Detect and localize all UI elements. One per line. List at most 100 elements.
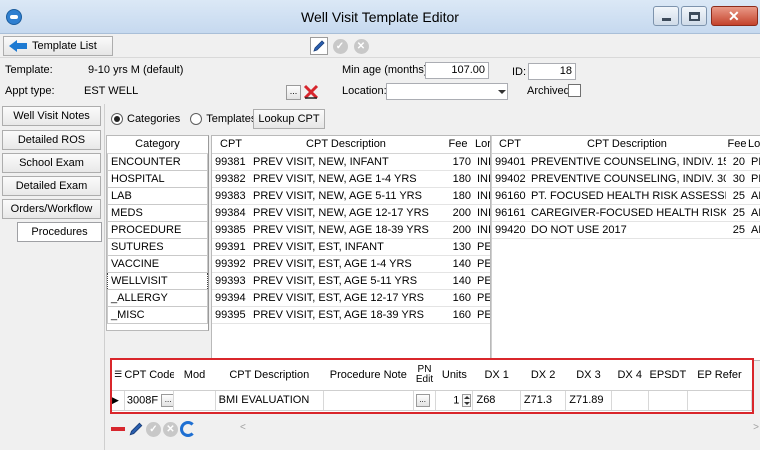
left-nav: Well Visit Notes Detailed ROS School Exa… (0, 104, 104, 450)
cpt-row[interactable]: 99391 PREV VISIT, EST, INFANT 130 PE (212, 238, 490, 256)
edit-button[interactable] (310, 37, 328, 55)
nav-school-exam[interactable]: School Exam (2, 153, 101, 173)
mod-cell[interactable] (173, 390, 216, 411)
min-age-field[interactable]: 107.00 (425, 62, 489, 79)
cpt-code-ellipsis-button[interactable]: ... (161, 393, 173, 407)
cpt-row[interactable]: 96160PT. FOCUSED HEALTH RISK ASSESSMENT2… (492, 187, 760, 205)
category-row[interactable]: _MISC (107, 305, 208, 324)
pn-edit-cell[interactable]: ... (413, 390, 437, 411)
category-item[interactable]: MEDS (107, 203, 208, 222)
cpt-cell: PREV VISIT, EST, AGE 5-11 YRS (250, 272, 442, 290)
category-row[interactable]: PROCEDURE (107, 220, 208, 239)
categories-radio[interactable] (111, 113, 123, 125)
horizontal-scrollbar[interactable]: < > (240, 422, 759, 436)
cpt-row[interactable]: 99392 PREV VISIT, EST, AGE 1-4 YRS 140 PE (212, 255, 490, 273)
procedure-note-cell[interactable] (323, 390, 414, 411)
nav-detailed-ros[interactable]: Detailed ROS (2, 130, 101, 150)
cancel-button[interactable]: ✕ (352, 37, 370, 55)
refresh-icon[interactable] (180, 421, 196, 437)
category-item[interactable]: _ALLERGY (107, 288, 208, 307)
cpt-cell: 140 (442, 255, 474, 273)
category-item[interactable]: _MISC (107, 305, 208, 324)
nav-procedures[interactable]: Procedures (17, 222, 102, 242)
template-list-button[interactable]: Template List (3, 36, 113, 56)
appt-type-field[interactable]: EST WELL (80, 83, 286, 100)
location-dropdown[interactable] (386, 83, 508, 100)
templates-radio[interactable] (190, 113, 203, 125)
cpt-row[interactable]: 96161CAREGIVER-FOCUSED HEALTH RISK25AD (492, 204, 760, 222)
nav-detailed-exam[interactable]: Detailed Exam (2, 176, 101, 196)
appt-type-label: Appt type: (5, 85, 55, 97)
cpt-row[interactable]: 99402PREVENTIVE COUNSELING, INDIV. 30MIN… (492, 170, 760, 188)
clear-x-icon[interactable] (303, 84, 319, 100)
cpt-cell: PREV VISIT, EST, AGE 18-39 YRS (250, 306, 442, 324)
cpt-cell: 99402 (492, 170, 528, 188)
cpt-row[interactable]: 99401PREVENTIVE COUNSELING, INDIV. 15MIN… (492, 153, 760, 171)
appt-type-ellipsis-button[interactable]: ... (286, 85, 301, 100)
close-button[interactable]: ✕ (711, 6, 758, 26)
dx2-cell[interactable]: Z71.3 (520, 390, 567, 411)
template-header: Template: 9-10 yrs M (default) Min age (… (0, 58, 760, 104)
category-item[interactable]: PROCEDURE (107, 220, 208, 239)
minimize-button[interactable] (653, 6, 679, 26)
col-pn-edit: PN Edit (413, 360, 436, 391)
chevron-down-icon[interactable] (498, 90, 506, 94)
cpt-code-cell[interactable]: 3008F ... (124, 390, 175, 411)
category-item[interactable]: ENCOUNTER (107, 152, 208, 171)
cpt-row[interactable]: 99420DO NOT USE 201725AD (492, 221, 760, 239)
cpt-row[interactable]: 99385 PREV VISIT, NEW, AGE 18-39 YRS 200 IN… (212, 221, 490, 239)
templates-radio-label[interactable]: Templates (206, 113, 256, 125)
category-row[interactable]: _ALLERGY (107, 288, 208, 307)
category-item[interactable]: WELLVISIT (107, 271, 208, 290)
template-field[interactable]: 9-10 yrs M (default) (84, 62, 304, 79)
lookup-cpt-button[interactable]: Lookup CPT (253, 109, 325, 129)
cpt-row[interactable]: 99384 PREV VISIT, NEW, AGE 12-17 YRS 200 IN… (212, 204, 490, 222)
cpt-cell: PREV VISIT, EST, AGE 12-17 YRS (250, 289, 442, 307)
category-item[interactable]: SUTURES (107, 237, 208, 256)
category-row[interactable]: SUTURES (107, 237, 208, 256)
category-item[interactable]: LAB (107, 186, 208, 205)
cpt-row[interactable]: 99383 PREV VISIT, NEW, AGE 5-11 YRS 180 INI (212, 187, 490, 205)
cancel-circle-icon[interactable]: ✕ (163, 421, 178, 437)
nav-orders-workflow[interactable]: Orders/Workflow (2, 199, 101, 219)
category-row[interactable]: ENCOUNTER (107, 152, 208, 171)
category-row[interactable]: HOSPITAL (107, 169, 208, 188)
procedure-row[interactable]: ▶ 3008F ... BMI EVALUATION ... 1 Z68 Z71… (112, 390, 752, 411)
cpt-row[interactable]: 99393 PREV VISIT, EST, AGE 5-11 YRS 140 PE (212, 272, 490, 290)
close-icon: ✕ (728, 8, 740, 24)
pn-edit-ellipsis-button[interactable]: ... (415, 393, 430, 407)
save-button[interactable]: ✓ (331, 37, 349, 55)
archived-checkbox[interactable] (568, 84, 581, 97)
nav-well-visit-notes[interactable]: Well Visit Notes (2, 106, 101, 126)
category-row[interactable]: LAB (107, 186, 208, 205)
dx1-cell[interactable]: Z68 (472, 390, 521, 411)
units-cell[interactable]: 1 (435, 390, 474, 411)
min-age-label: Min age (months): (342, 64, 431, 76)
category-row[interactable]: VACCINE (107, 254, 208, 273)
category-row[interactable]: MEDS (107, 203, 208, 222)
col-dx3: DX 3 (565, 360, 612, 391)
category-row[interactable]: WELLVISIT (107, 271, 208, 290)
cpt-row[interactable]: 99395 PREV VISIT, EST, AGE 18-39 YRS 160 PE (212, 306, 490, 324)
category-item[interactable]: HOSPITAL (107, 169, 208, 188)
pencil-icon[interactable] (128, 421, 144, 437)
dx3-cell[interactable]: Z71.89 (565, 390, 612, 411)
minus-icon[interactable] (110, 421, 126, 437)
category-item[interactable]: VACCINE (107, 254, 208, 273)
column-chooser-icon[interactable]: ☰ (112, 360, 125, 391)
maximize-button[interactable] (681, 6, 707, 26)
check-circle-icon[interactable]: ✓ (146, 421, 161, 437)
scroll-left-icon[interactable]: < (240, 422, 246, 433)
cpt-cell: PREV VISIT, EST, INFANT (250, 238, 442, 256)
dx4-cell[interactable] (611, 390, 649, 411)
units-spinner[interactable] (462, 393, 472, 407)
scroll-right-icon[interactable]: > (753, 422, 759, 433)
col-epsdt: EPSDT (648, 360, 688, 391)
cpt-row[interactable]: 99381 PREV VISIT, NEW, INFANT 170 INI (212, 153, 490, 171)
col-cpt-code: CPT Code (124, 360, 174, 391)
cpt-row[interactable]: 99394 PREV VISIT, EST, AGE 12-17 YRS 160 PE (212, 289, 490, 307)
categories-radio-label[interactable]: Categories (127, 113, 180, 125)
cpt-row[interactable]: 99382 PREV VISIT, NEW, AGE 1-4 YRS 180 INI (212, 170, 490, 188)
ep-refer-cell[interactable] (687, 390, 752, 411)
epsdt-cell[interactable] (648, 390, 688, 411)
